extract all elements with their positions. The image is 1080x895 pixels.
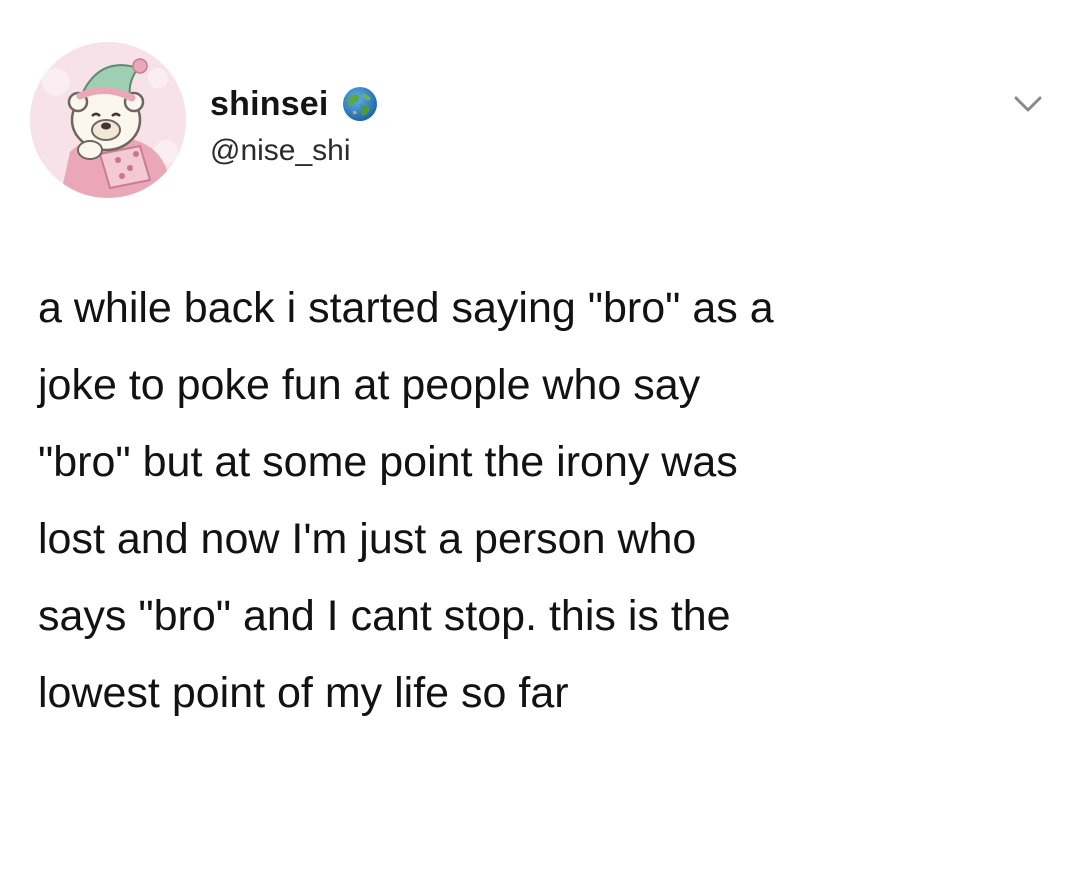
tweet-text-line: joke to poke fun at people who say	[38, 361, 701, 409]
avatar[interactable]	[30, 42, 186, 198]
user-handle[interactable]: @nise_shi	[210, 134, 351, 168]
globe-icon	[341, 85, 379, 123]
chevron-down-icon[interactable]	[1010, 86, 1046, 122]
tweet-text-line: "bro" but at some point the irony was	[38, 438, 738, 486]
display-name[interactable]: shinsei	[210, 85, 329, 124]
tweet-text-line: a while back i started saying "bro" as a	[38, 284, 774, 332]
tweet-header: shinsei @nise_shi	[30, 42, 1060, 202]
tweet-text-line: lost and now I'm just a person who	[38, 515, 697, 563]
tweet-text-line: says "bro" and I cant stop. this is the	[38, 592, 731, 640]
display-name-row: shinsei	[210, 82, 379, 126]
tweet-text-line: lowest point of my life so far	[38, 669, 569, 717]
tweet-card: shinsei @nise_shi a while back i started…	[0, 0, 1080, 895]
tweet-text: a while back i started saying "bro" as a…	[38, 270, 1058, 732]
avatar-image	[30, 42, 186, 198]
